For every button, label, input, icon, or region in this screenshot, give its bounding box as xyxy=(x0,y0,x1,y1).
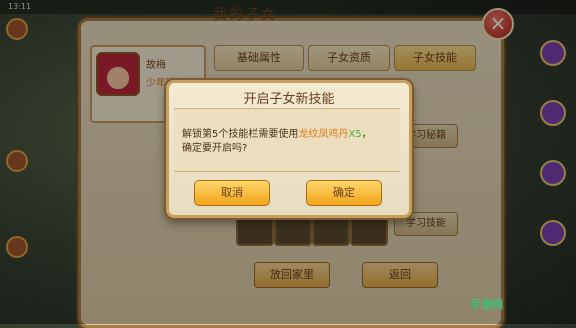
message-text: 解锁第5个技能栏需要使用 xyxy=(182,129,299,140)
message-punct: ， xyxy=(361,129,372,140)
dialog-title: 开启子女新技能 xyxy=(243,92,335,107)
item-quantity: X5 xyxy=(348,129,362,140)
confirm-button[interactable]: 确定 xyxy=(306,180,382,206)
cancel-button[interactable]: 取消 xyxy=(194,180,270,206)
watermark: 手游网 xyxy=(470,298,503,311)
dialog-message: 解锁第5个技能栏需要使用龙纹凤鸡丹X5， 确定要开启吗? xyxy=(182,128,396,156)
confirm-question: 确定要开启吗? xyxy=(182,143,248,154)
item-name: 龙纹凤鸡丹 xyxy=(298,129,349,140)
